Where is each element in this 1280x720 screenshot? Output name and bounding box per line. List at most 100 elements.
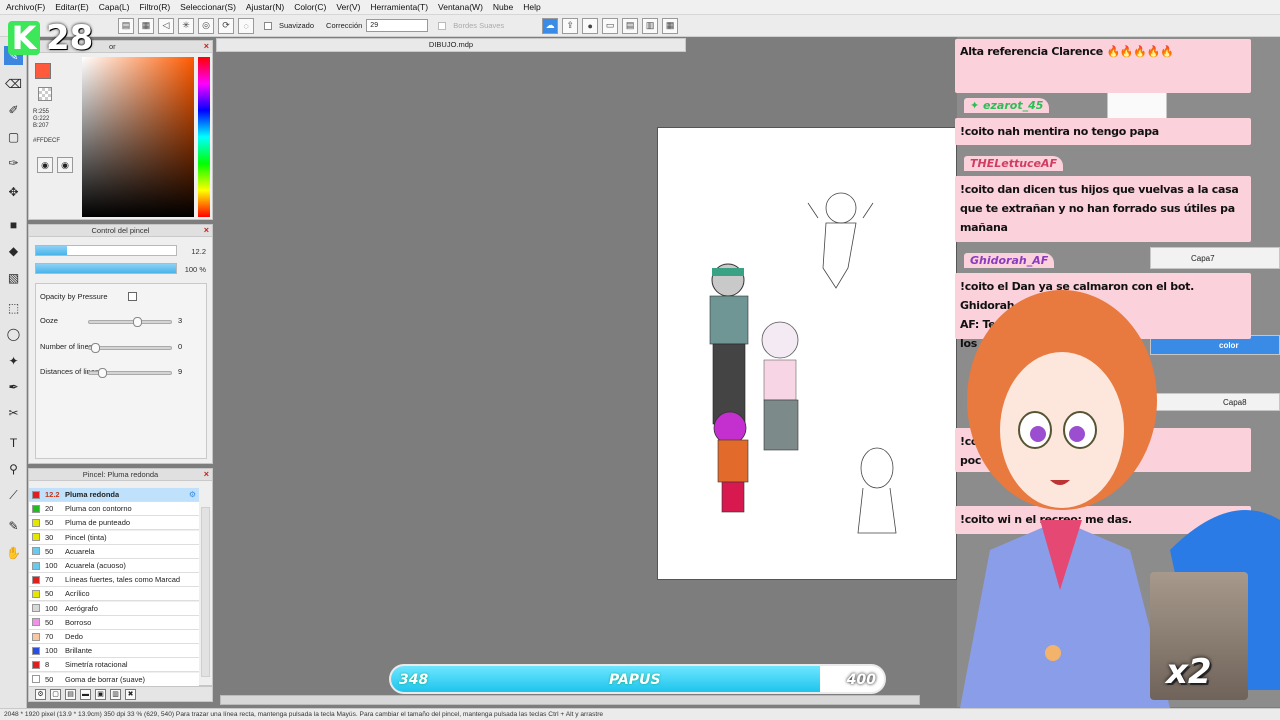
gradient-icon[interactable]: ▧	[4, 268, 23, 287]
eraser-alt-icon[interactable]: ✐	[4, 100, 23, 119]
brush-name: Dedo	[65, 632, 83, 641]
ruler-icon[interactable]: ◁	[158, 17, 174, 34]
copy-icon[interactable]: ▤	[65, 688, 76, 700]
cloud-icon[interactable]: ☁	[542, 17, 559, 34]
operation-icon[interactable]: ⚲	[4, 459, 23, 478]
correccion-select[interactable]: 29	[366, 19, 429, 32]
brush-item[interactable]: 50 Pluma de punteado	[29, 516, 199, 531]
brush-name: Simetría rotacional	[65, 660, 128, 670]
hand-icon[interactable]: ✋	[4, 543, 23, 562]
horizontal-scrollbar[interactable]	[220, 695, 920, 705]
hue-slider[interactable]	[198, 57, 210, 217]
menu-item-1[interactable]: Editar(E)	[55, 2, 89, 12]
chat-icon[interactable]: ●	[582, 17, 599, 34]
layer-row-capa7[interactable]: Capa7	[1150, 247, 1280, 269]
menu-item-6[interactable]: Color(C)	[294, 2, 326, 12]
stroke-icon[interactable]: ▤	[118, 17, 134, 34]
menu-item-0[interactable]: Archivo(F)	[6, 2, 45, 12]
circle-icon[interactable]: ◌	[238, 17, 254, 34]
tool-strip: ✎ ⌫ ✐ ▢ ✑ ✥ ■ ◆ ▧ ⬚ ◯ ✦ ✒ ✂ T ⚲ ⟋ ✎ ✋	[0, 37, 27, 720]
brush-item[interactable]: 8 Simetría rotacional	[29, 658, 199, 673]
menu-item-5[interactable]: Ajustar(N)	[246, 2, 284, 12]
page-icon[interactable]: ▤	[622, 17, 639, 34]
menu-item-2[interactable]: Capa(L)	[99, 2, 130, 12]
select-eraser-icon[interactable]: ✂	[4, 403, 23, 422]
brush-icon[interactable]: ✑	[4, 153, 23, 172]
opacity-pressure-checkbox[interactable]	[128, 292, 137, 301]
settings-icon[interactable]: ⚙	[35, 688, 46, 700]
lasso-rect-icon[interactable]: ⬚	[4, 298, 23, 317]
panel-icon[interactable]: ▥	[642, 17, 659, 34]
drawing-canvas[interactable]	[657, 127, 957, 580]
magic-wand-icon[interactable]: ✦	[4, 351, 23, 370]
menu-item-4[interactable]: Seleccionar(S)	[180, 2, 236, 12]
brush-size: 100	[45, 646, 58, 656]
menu-item-10[interactable]: Nube	[493, 2, 513, 12]
monitor-icon[interactable]: ▭	[602, 17, 619, 34]
brush-size: 70	[45, 632, 54, 641]
close-icon[interactable]: ×	[204, 225, 209, 236]
suavizado-checkbox[interactable]	[264, 21, 272, 30]
brush-item[interactable]: 50 Goma de borrar (suave)	[29, 672, 199, 687]
ooze-slider[interactable]	[88, 317, 172, 327]
saturation-value-picker[interactable]	[82, 57, 194, 217]
brush-item[interactable]: 100 Acuarela (acuoso)	[29, 559, 199, 573]
gear-icon[interactable]: ⚙	[189, 490, 196, 499]
ink-icon[interactable]: ✎	[4, 516, 23, 535]
close-icon[interactable]: ×	[204, 41, 209, 52]
hex-readout: #FFDECF	[33, 138, 60, 144]
dropper-icon[interactable]: ⟋	[4, 486, 23, 505]
delete-icon[interactable]: ✖	[125, 688, 136, 700]
lasso-icon[interactable]: ◯	[4, 324, 23, 343]
menu-item-3[interactable]: Filtro(R)	[139, 2, 170, 12]
fill-rect-icon[interactable]: ■	[4, 215, 23, 234]
brush-item[interactable]: 30 Pincel (tinta)	[29, 530, 199, 545]
brush-color-swatch	[32, 660, 40, 669]
menu-item-11[interactable]: Help	[523, 2, 540, 12]
brush-item[interactable]: 50 Acuarela	[29, 544, 199, 559]
background-swatch[interactable]	[38, 87, 52, 101]
layout-icon[interactable]: ▦	[662, 17, 679, 34]
document-tab[interactable]: DIBUJO.mdp	[216, 38, 686, 52]
perspective-icon[interactable]: ◎	[198, 17, 214, 34]
brush-size-value: 12.2	[191, 247, 206, 256]
select-pen-icon[interactable]: ✒	[4, 377, 23, 396]
palette-icon[interactable]: ◉	[37, 157, 53, 173]
brush-item[interactable]: 70 Líneas fuertes, tales como Marcad	[29, 573, 199, 588]
duplicate-icon[interactable]: ▥	[110, 688, 121, 700]
new-brush-icon[interactable]: ▢	[50, 688, 61, 700]
close-icon[interactable]: ×	[204, 469, 209, 480]
eraser-icon[interactable]: ⌫	[4, 74, 23, 93]
distances-slider[interactable]	[88, 368, 172, 378]
menu-item-9[interactable]: Ventana(W)	[438, 2, 483, 12]
rotate-icon[interactable]: ⟳	[218, 17, 234, 34]
number-of-lines-slider[interactable]	[88, 343, 172, 353]
brush-opacity-bar[interactable]	[35, 263, 177, 274]
text-icon[interactable]: T	[4, 433, 23, 452]
foreground-swatch[interactable]	[35, 63, 51, 79]
brush-list-panel: Pincel: Pluma redonda × 12.2 Pluma redonda…	[28, 468, 213, 687]
palette-alt-icon[interactable]: ◉	[57, 157, 73, 173]
move-icon[interactable]: ✥	[4, 182, 23, 201]
menu-item-8[interactable]: Herramienta(T)	[370, 2, 428, 12]
menu-item-7[interactable]: Ver(V)	[336, 2, 360, 12]
share-icon[interactable]: ⇪	[562, 17, 579, 34]
kick-logo-icon: K	[8, 19, 40, 57]
brush-item[interactable]: 50 Acrílico	[29, 587, 199, 602]
brush-item[interactable]: 70 Dedo	[29, 630, 199, 644]
brush-item[interactable]: 20 Pluma con contorno	[29, 502, 199, 517]
symmetry-icon[interactable]: ✳	[178, 17, 194, 34]
bucket-icon[interactable]: ◆	[4, 241, 23, 260]
brush-size-bar[interactable]	[35, 245, 177, 256]
brush-item[interactable]: 100 Brillante	[29, 644, 199, 659]
bordes-checkbox[interactable]	[438, 21, 447, 30]
paste-icon[interactable]: ▣	[95, 688, 106, 700]
folder-icon[interactable]: ▬	[80, 688, 91, 700]
select-rect-icon[interactable]: ▢	[4, 127, 23, 146]
brush-color-swatch	[32, 490, 40, 499]
brush-item[interactable]: 50 Borroso	[29, 615, 199, 630]
brush-list-scrollbar[interactable]	[201, 507, 210, 677]
grid-icon[interactable]: ▦	[138, 17, 154, 34]
brush-item[interactable]: 12.2 Pluma redonda ⚙	[29, 488, 199, 502]
brush-item[interactable]: 100 Aerógrafo	[29, 601, 199, 616]
